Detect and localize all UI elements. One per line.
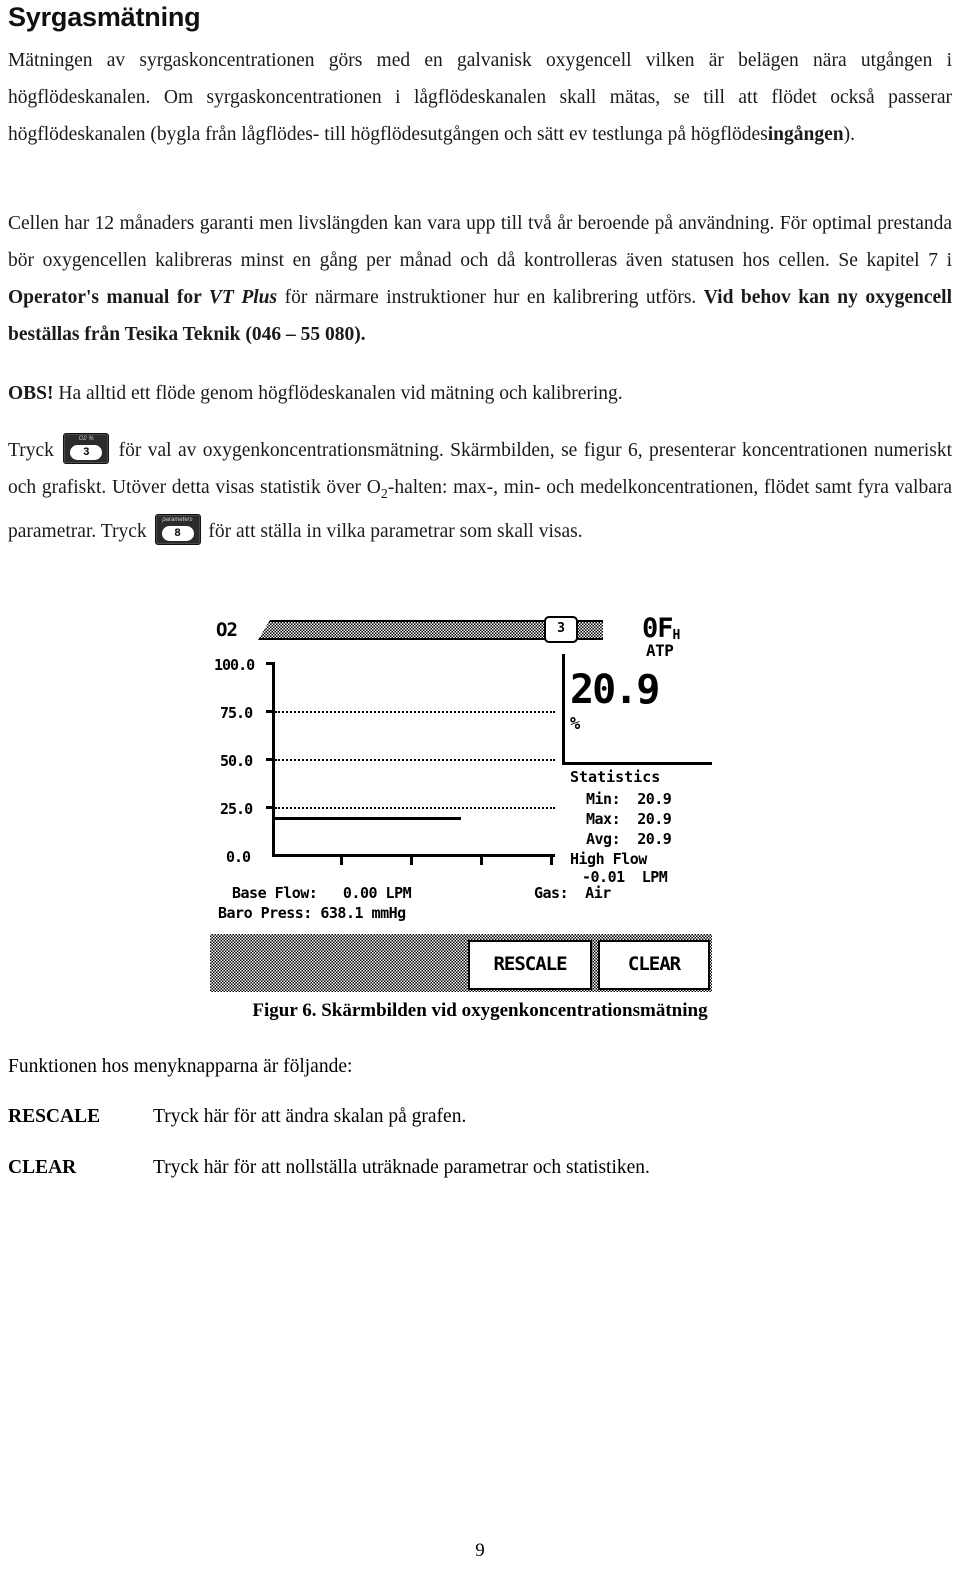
keypad-button-o2-caption: O2 % bbox=[78, 436, 94, 442]
lcd-screen-figure: O2 3 0FH ATP 100.0 75.0 50.0 25.0 0.0 20… bbox=[210, 612, 712, 992]
legend-intro-text: Funktionen hos menyknapparna är följande… bbox=[8, 1056, 353, 1077]
cell-sentence-1: Cellen har 12 månaders garanti men livsl… bbox=[8, 213, 952, 271]
paragraph-obs: OBS! Ha alltid ett flöde genom högflödes… bbox=[8, 375, 952, 412]
figure-caption: Figur 6. Skärmbilden vid oxygenkoncentra… bbox=[252, 1000, 708, 1021]
chart-data-trace-o2 bbox=[275, 817, 461, 820]
page-title: Syrgasmätning bbox=[8, 2, 201, 32]
chart-xtick-2 bbox=[410, 856, 413, 865]
cell-bold-operator-manual: Operator's manual for bbox=[8, 287, 209, 308]
base-flow-line: Base Flow: 0.00 LPM bbox=[232, 884, 412, 902]
document-page: Syrgasmätning Mätningen av syrgaskoncent… bbox=[0, 0, 960, 1585]
lcd-softkey-bar: RESCALE CLEAR bbox=[210, 934, 712, 992]
readout-vertical-divider bbox=[562, 654, 565, 764]
chart-ytick-100 bbox=[266, 662, 275, 665]
obs-text: Ha alltid ett flöde genom högflödeskanal… bbox=[53, 383, 623, 404]
lcd-mode-subscript: H bbox=[672, 628, 681, 643]
chart-xtick-4 bbox=[550, 856, 553, 865]
cell-bolditalic-vtplus: VT Plus bbox=[208, 287, 278, 308]
statistics-label-min: Min: bbox=[586, 790, 621, 808]
lcd-header-chip: 3 bbox=[544, 616, 578, 643]
baro-press-line: Baro Press: 638.1 mmHg bbox=[218, 904, 406, 922]
keypad-button-parameters-digit: 8 bbox=[161, 525, 194, 541]
lcd-mode-text: 0F bbox=[642, 613, 674, 644]
legend-desc-rescale: Tryck här för att ändra skalan på grafen… bbox=[153, 1106, 467, 1127]
keypad-button-parameters-icon[interactable]: parameters 8 bbox=[154, 513, 201, 545]
lcd-mode-indicator: 0FH bbox=[642, 613, 681, 644]
statistics-title: Statistics bbox=[570, 768, 661, 786]
paragraph-cell: Cellen har 12 månaders garanti men livsl… bbox=[8, 205, 952, 353]
statistics-value-min: 20.9 bbox=[637, 790, 672, 808]
readout-horizontal-divider bbox=[562, 762, 712, 765]
o2-value-readout: 20.9 bbox=[570, 667, 660, 713]
press-text-1: Tryck bbox=[8, 440, 61, 461]
chart-gridline-75 bbox=[275, 711, 555, 713]
intro-sentence-4: ). bbox=[843, 124, 855, 145]
chart-gridline-50 bbox=[275, 759, 555, 761]
paragraph-press: Tryck O2 % 3 för val av oxygenkoncentrati… bbox=[8, 432, 952, 550]
press-text-4: för att ställa in vilka parametrar som s… bbox=[203, 520, 583, 542]
chart-x-axis bbox=[272, 854, 555, 857]
statistics-row-min: Min: 20.9 bbox=[586, 790, 672, 808]
intro-bold-ingangen: ingången bbox=[767, 124, 844, 145]
o2-unit-readout: % bbox=[570, 714, 581, 734]
statistics-value-avg: 20.9 bbox=[637, 830, 672, 848]
chart-xtick-3 bbox=[480, 856, 483, 865]
keypad-button-o2-icon[interactable]: O2 % 3 bbox=[63, 433, 110, 464]
lcd-header-bar: O2 3 0FH ATP bbox=[210, 613, 712, 660]
chart-ytick-25 bbox=[266, 806, 275, 809]
y-tick-label-50: 50.0 bbox=[220, 752, 253, 770]
chart-plot-area bbox=[266, 662, 555, 865]
statistics-label-max: Max: bbox=[586, 810, 621, 828]
lcd-channel-label: O2 bbox=[216, 619, 238, 641]
paragraph-intro: Mätningen av syrgaskoncentrationen görs … bbox=[8, 42, 952, 153]
y-tick-label-75: 75.0 bbox=[220, 704, 253, 722]
high-flow-label: High Flow bbox=[570, 850, 647, 868]
chart-ytick-50 bbox=[266, 758, 275, 761]
softkey-rescale[interactable]: RESCALE bbox=[468, 940, 592, 990]
legend-key-clear: CLEAR bbox=[8, 1157, 77, 1178]
legend-key-rescale: RESCALE bbox=[8, 1106, 101, 1127]
gas-line: Gas: Air bbox=[534, 884, 611, 902]
statistics-row-avg: Avg: 20.9 bbox=[586, 830, 672, 848]
press-subscript-2: 2 bbox=[380, 485, 388, 502]
chart-ytick-75 bbox=[266, 710, 275, 713]
obs-label: OBS! bbox=[8, 383, 54, 404]
page-number: 9 bbox=[475, 1540, 485, 1561]
keypad-button-o2-digit: 3 bbox=[70, 445, 103, 460]
lcd-atp-label: ATP bbox=[646, 641, 674, 660]
statistics-label-avg: Avg: bbox=[586, 830, 621, 848]
chart-xtick-1 bbox=[340, 856, 343, 865]
keypad-button-parameters-caption: parameters bbox=[162, 516, 193, 523]
y-tick-label-25: 25.0 bbox=[220, 800, 253, 818]
statistics-row-max: Max: 20.9 bbox=[586, 810, 672, 828]
y-tick-label-100: 100.0 bbox=[214, 656, 255, 674]
softkey-clear[interactable]: CLEAR bbox=[598, 940, 710, 990]
statistics-value-max: 20.9 bbox=[637, 810, 672, 828]
chart-gridline-25 bbox=[275, 807, 555, 809]
legend-desc-clear: Tryck här för att nollställa uträknade p… bbox=[153, 1157, 650, 1178]
cell-sentence-4: för närmare instruktioner hur en kalibre… bbox=[277, 287, 704, 308]
